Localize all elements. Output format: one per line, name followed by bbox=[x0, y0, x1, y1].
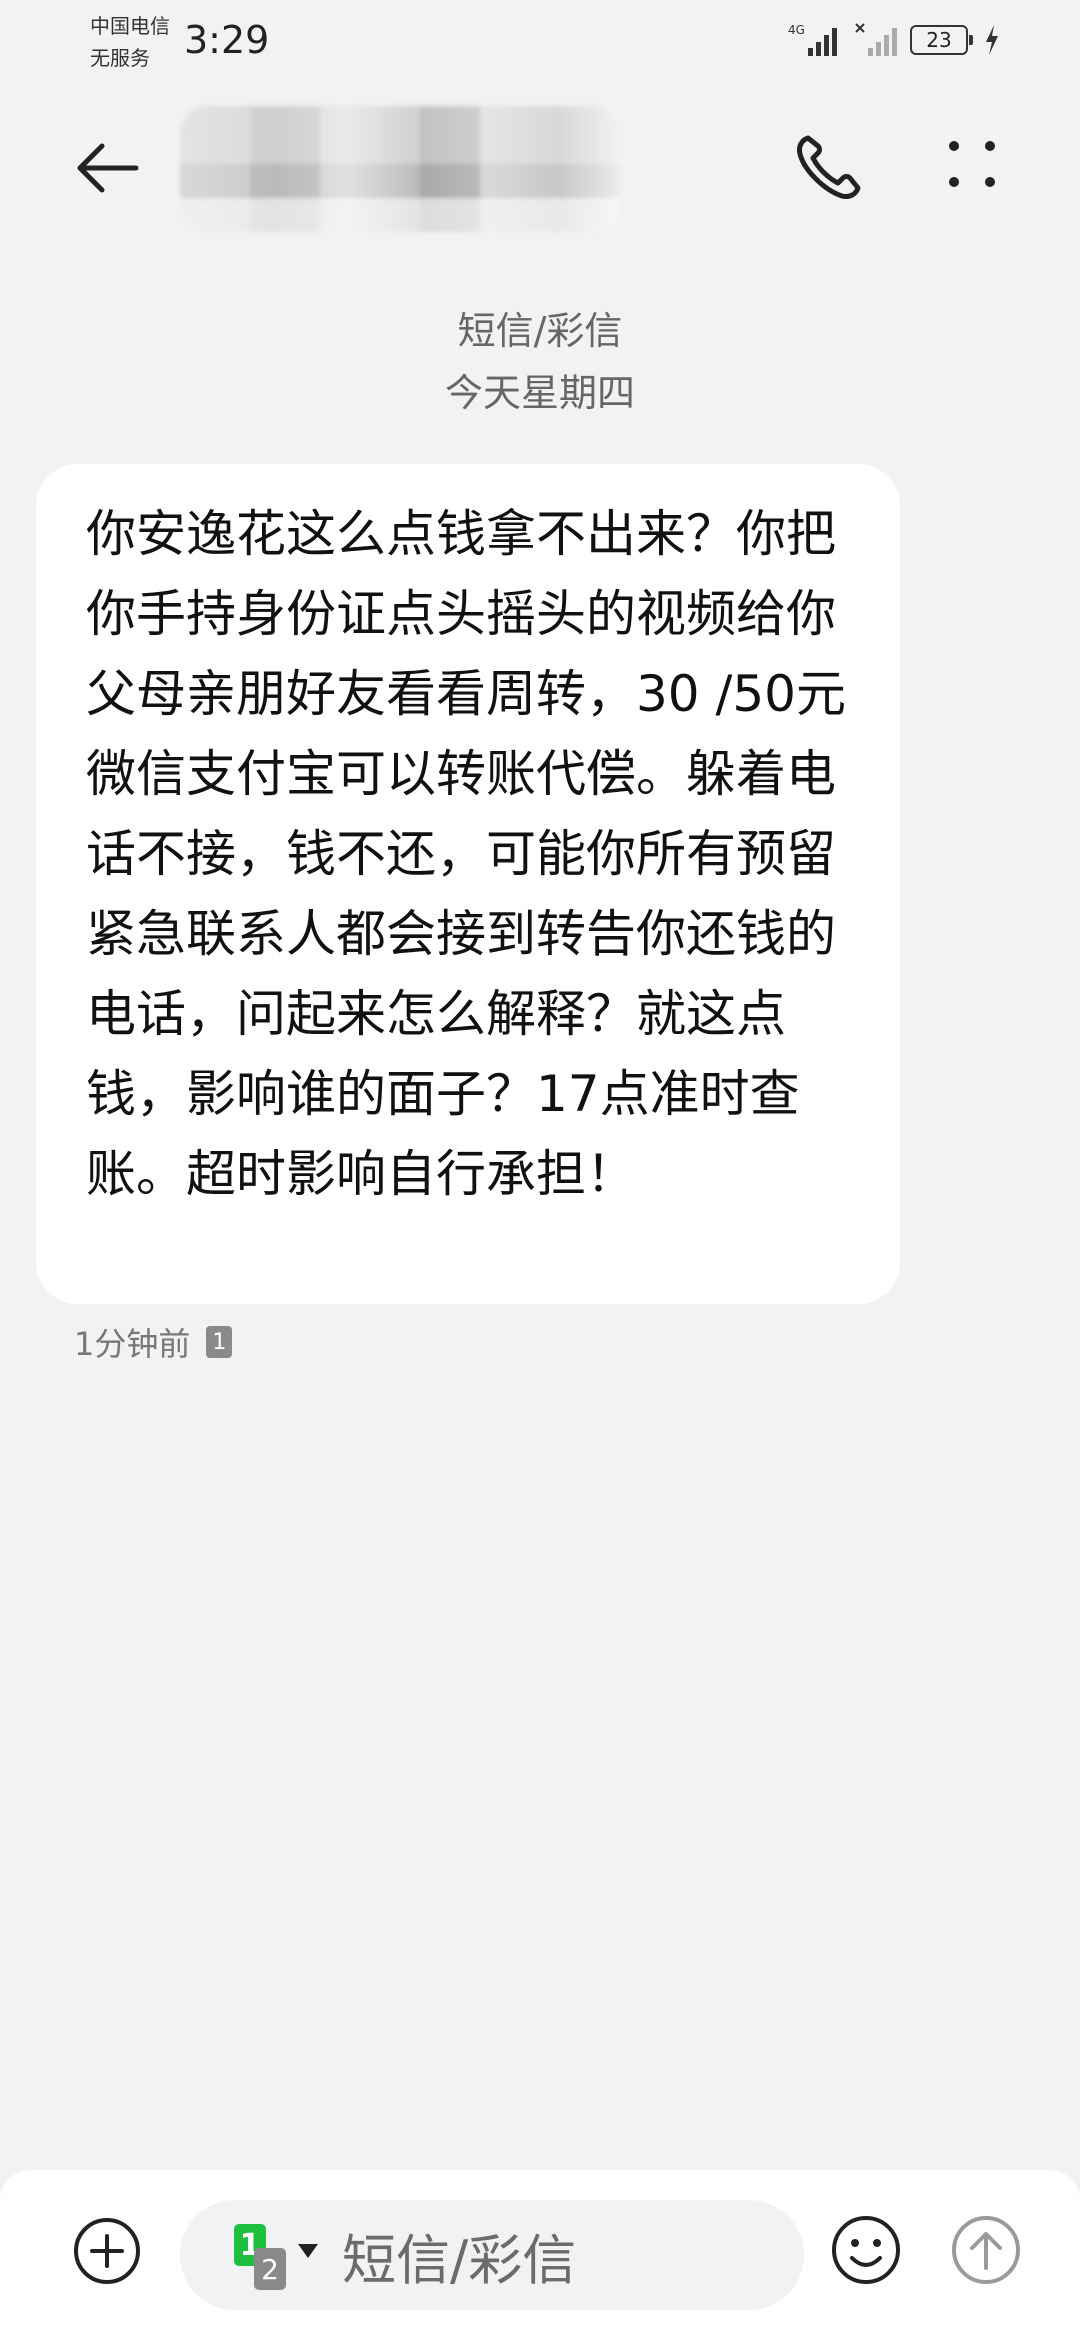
sim-number: 1 bbox=[212, 1329, 227, 1355]
sim2-badge: 2 bbox=[254, 2248, 286, 2290]
message-meta: 1分钟前 1 bbox=[74, 1318, 233, 1366]
message-input[interactable]: 1 2 短信/彩信 bbox=[180, 2200, 804, 2310]
status-bar: 中国电信 无服务 3:29 4G 23 bbox=[0, 0, 1080, 80]
input-placeholder: 短信/彩信 bbox=[342, 2228, 577, 2292]
sim-card-icon: 1 bbox=[206, 1326, 233, 1358]
more-dots-icon[interactable] bbox=[942, 134, 1002, 194]
date-divider: 今天星期四 bbox=[444, 371, 635, 415]
battery-indicator: 23 bbox=[910, 25, 973, 55]
status-time: 3:29 bbox=[184, 18, 270, 62]
battery-level: 23 bbox=[926, 28, 952, 52]
chevron-down-icon bbox=[298, 2244, 318, 2258]
contact-name-redacted[interactable] bbox=[180, 106, 620, 232]
sim-selector[interactable]: 1 2 bbox=[230, 2218, 330, 2292]
smiley-icon[interactable] bbox=[830, 2214, 902, 2286]
signal-4g-icon: 4G bbox=[788, 23, 837, 56]
send-arrow-icon[interactable] bbox=[950, 2214, 1022, 2286]
message-time: 1分钟前 bbox=[74, 1325, 191, 1363]
charging-bolt-icon bbox=[986, 25, 998, 55]
service-status: 无服务 bbox=[90, 46, 150, 70]
signal-no-service-icon bbox=[855, 23, 897, 56]
carrier-name: 中国电信 bbox=[90, 14, 170, 38]
arrow-left-icon[interactable] bbox=[70, 130, 146, 206]
incoming-message-bubble[interactable]: 你安逸花这么点钱拿不出来？你把你手持身份证点头摇头的视频给你父母亲朋好友看看周转… bbox=[36, 464, 900, 1304]
carrier-info: 中国电信 无服务 bbox=[90, 10, 170, 74]
message-text: 你安逸花这么点钱拿不出来？你把你手持身份证点头摇头的视频给你父母亲朋好友看看周转… bbox=[86, 505, 846, 1203]
compose-bar: 1 2 短信/彩信 bbox=[0, 2170, 1080, 2340]
phone-icon[interactable] bbox=[790, 130, 866, 206]
channel-label: 短信/彩信 bbox=[457, 309, 623, 353]
sim2-label: 2 bbox=[261, 2252, 279, 2286]
status-icons: 4G 23 bbox=[788, 20, 1000, 60]
network-type-label: 4G bbox=[788, 23, 805, 37]
conversation-header bbox=[0, 100, 1080, 240]
plus-circle-icon[interactable] bbox=[72, 2216, 142, 2286]
